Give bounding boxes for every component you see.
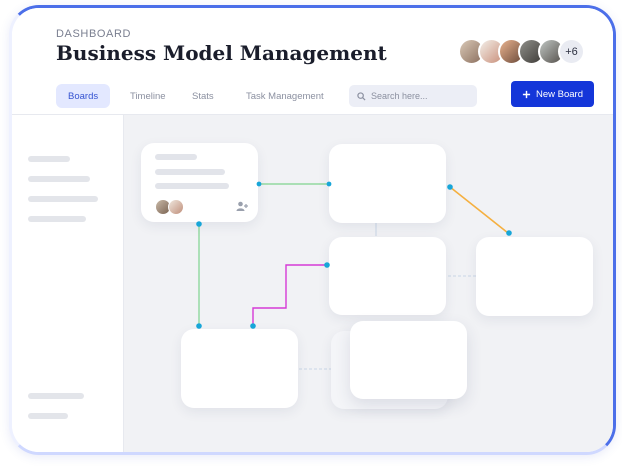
sidebar-item-placeholder[interactable] xyxy=(28,156,70,162)
search-icon xyxy=(357,91,366,101)
connector-dot xyxy=(196,221,202,227)
sidebar-item-placeholder[interactable] xyxy=(28,196,98,202)
sidebar-item-placeholder[interactable] xyxy=(28,413,68,419)
connector-dot xyxy=(447,184,453,190)
tab-task-management[interactable]: Task Management xyxy=(234,84,336,108)
connector-dot xyxy=(326,181,332,187)
header: DASHBOARD Business Model Management +6 B… xyxy=(12,8,613,115)
sidebar xyxy=(12,115,124,452)
connector-dot xyxy=(506,230,512,236)
new-board-button[interactable]: New Board xyxy=(511,81,594,107)
search-placeholder: Search here... xyxy=(371,91,428,101)
tab-stats[interactable]: Stats xyxy=(180,84,226,108)
sidebar-item-placeholder[interactable] xyxy=(28,216,86,222)
page-eyebrow: DASHBOARD xyxy=(56,28,132,40)
board-canvas[interactable] xyxy=(124,115,613,452)
connector-dot xyxy=(256,181,262,187)
avatar-overflow-count[interactable]: +6 xyxy=(558,38,585,65)
connector-dot xyxy=(196,323,202,329)
plus-icon xyxy=(522,90,531,98)
connector-dot xyxy=(250,323,256,329)
tab-boards[interactable]: Boards xyxy=(56,84,111,108)
connector-dots xyxy=(196,181,512,329)
page-title: Business Model Management xyxy=(56,41,387,65)
app-window: DASHBOARD Business Model Management +6 B… xyxy=(9,5,616,455)
new-board-label: New Board xyxy=(536,88,583,100)
tab-timeline[interactable]: Timeline xyxy=(118,84,178,108)
sidebar-item-placeholder[interactable] xyxy=(28,393,84,399)
connector-dot xyxy=(324,262,330,268)
search-input[interactable]: Search here... xyxy=(349,85,477,107)
sidebar-item-placeholder[interactable] xyxy=(28,176,90,182)
